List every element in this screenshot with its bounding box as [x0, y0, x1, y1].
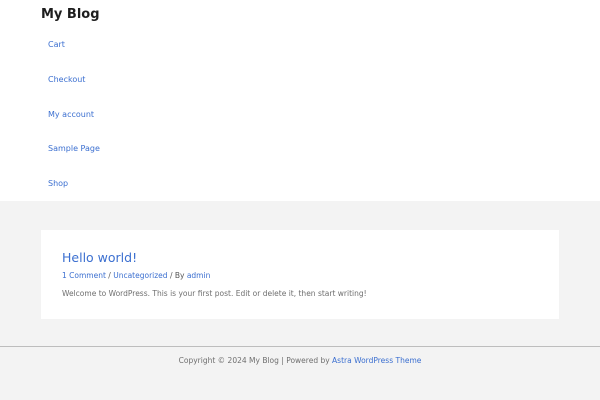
post-excerpt: Welcome to WordPress. This is your first…: [62, 289, 367, 298]
meta-by-text: / By: [167, 271, 187, 280]
site-footer: Copyright © 2024 My Blog | Powered by As…: [0, 355, 600, 367]
nav-item-checkout[interactable]: Checkout: [48, 73, 85, 87]
post-author-link[interactable]: admin: [187, 271, 211, 280]
nav-item-sample-page[interactable]: Sample Page: [48, 142, 100, 156]
page: My Blog Cart Checkout My account Sample …: [0, 0, 600, 400]
post-title-link[interactable]: Hello world!: [62, 249, 137, 266]
post-category-link[interactable]: Uncategorized: [113, 271, 167, 280]
nav-item-shop[interactable]: Shop: [48, 177, 68, 191]
post-card: Hello world! 1 Comment / Uncategorized /…: [41, 230, 559, 319]
footer-divider: [0, 346, 600, 347]
nav-item-cart[interactable]: Cart: [48, 38, 65, 52]
footer-copyright: Copyright © 2024 My Blog | Powered by: [178, 356, 333, 365]
nav-item-my-account[interactable]: My account: [48, 108, 94, 122]
post-comments-link[interactable]: 1 Comment: [62, 271, 106, 280]
site-header: My Blog Cart Checkout My account Sample …: [0, 0, 600, 201]
post-meta: 1 Comment / Uncategorized / By admin: [62, 270, 210, 281]
footer-theme-link[interactable]: Astra WordPress Theme: [332, 356, 421, 365]
site-title[interactable]: My Blog: [41, 6, 100, 24]
